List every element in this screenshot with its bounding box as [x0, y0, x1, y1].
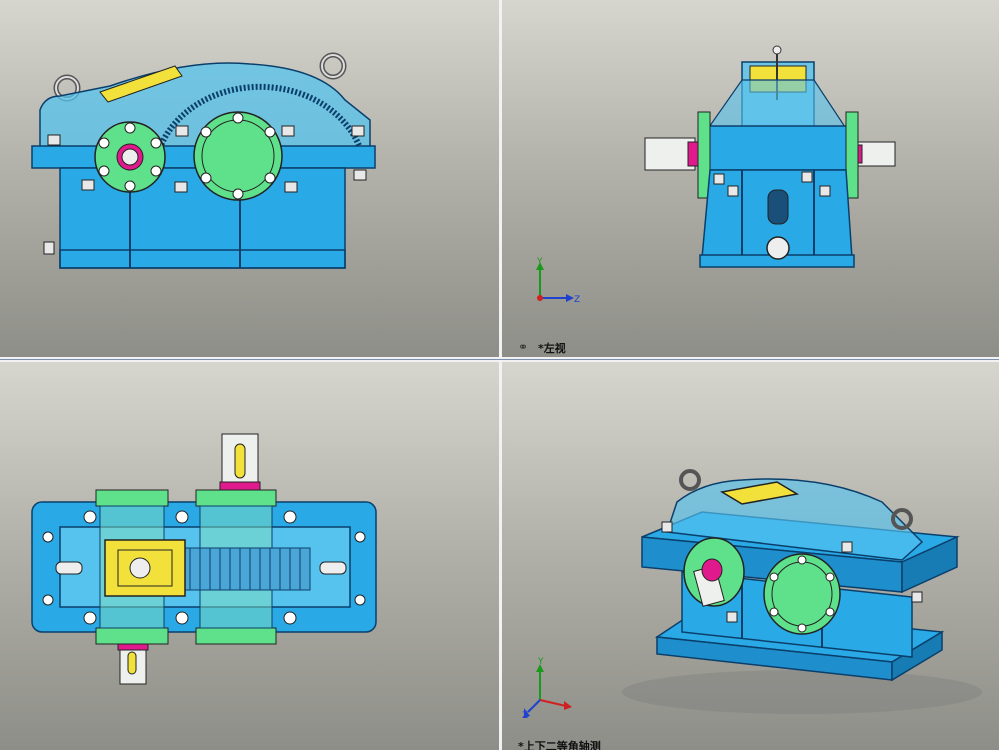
svg-text:Z: Z	[522, 711, 528, 721]
viewport-top[interactable]	[0, 362, 499, 750]
svg-text:Y: Y	[536, 257, 543, 267]
svg-text:Y: Y	[537, 657, 544, 667]
top-view-model	[31, 433, 377, 685]
viewport-iso[interactable]: Y Z *上下二等角轴测	[502, 362, 999, 750]
view-label-left: *左视	[538, 342, 566, 355]
viewport-left[interactable]: Y Z ⚭ *左视	[502, 0, 999, 357]
front-view-model	[31, 52, 376, 269]
link-icon: ⚭	[518, 340, 529, 354]
triad-icon: Y Z	[536, 257, 580, 305]
viewport-splitter-horizontal[interactable]	[0, 357, 999, 362]
iso-view-model: Y Z	[522, 469, 982, 721]
triad-iso-icon: Y Z	[522, 657, 572, 721]
view-label-iso: *上下二等角轴测	[518, 740, 601, 750]
left-view-model: Y Z	[536, 45, 896, 305]
viewport-front[interactable]	[0, 0, 499, 357]
svg-text:Z: Z	[574, 295, 580, 305]
viewport-splitter-vertical[interactable]	[499, 0, 502, 750]
